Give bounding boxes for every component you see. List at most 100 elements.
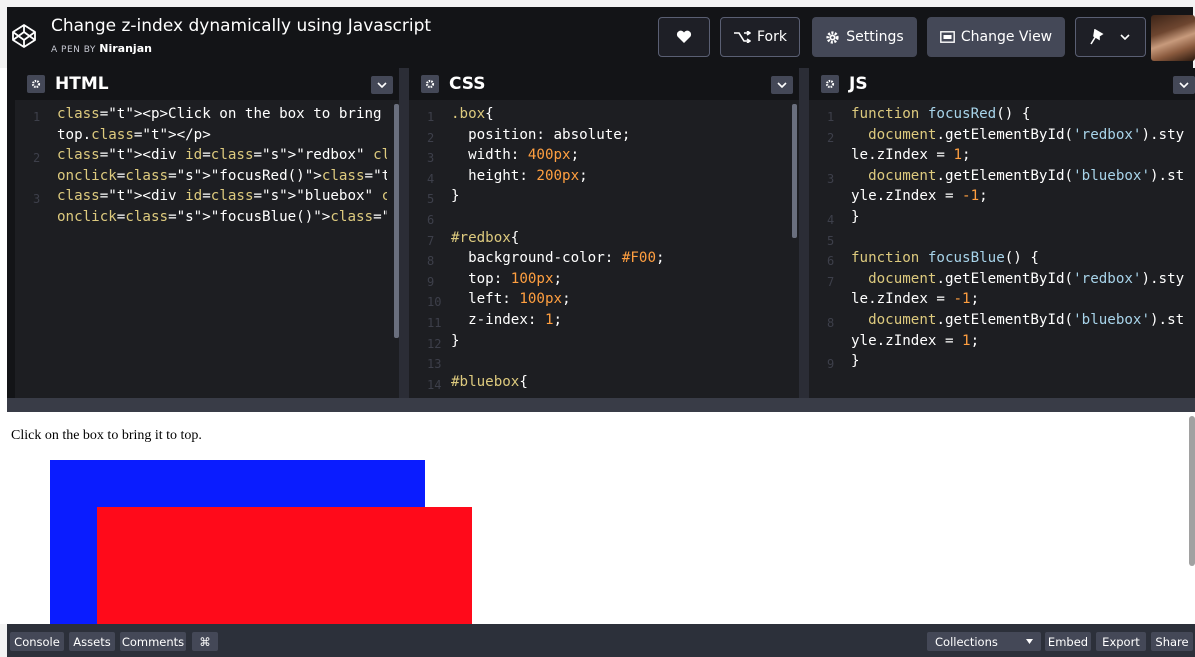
code-line: top: 100px; [451,270,563,287]
html-collapse-button[interactable] [371,76,393,94]
redbox[interactable] [97,507,472,624]
collections-label: Collections [935,634,998,649]
code-line: } [451,332,460,349]
css-pane-header: CSS [409,68,799,100]
line-number: 5 [427,192,435,207]
embed-button[interactable]: Embed [1045,632,1091,651]
code-line: document.getElementById('bluebox').st [868,167,1185,184]
line-number: 1 [827,110,835,124]
line-number: 6 [827,254,835,269]
code-line: document.getElementById('redbox').sty [868,126,1185,143]
like-button[interactable] [658,17,710,57]
comments-button[interactable]: Comments [120,632,186,651]
html-code-editor[interactable]: 1 class="t"><p>Click on the box to bring … [15,104,399,398]
line-number: 8 [827,316,835,330]
line-number: 7 [827,274,835,289]
codepen-logo-icon[interactable] [11,23,37,49]
code-line: document.getElementById('bluebox').st [868,312,1185,328]
heart-icon [676,30,692,43]
preview-text: Click on the box to bring it to top. [11,428,202,443]
code-line: function focusRed() { [851,106,1031,122]
pin-button[interactable] [1075,17,1146,57]
css-collapse-button[interactable] [771,76,793,94]
js-pane-header: JS [809,68,1195,100]
settings-label: Settings [846,29,904,45]
preview-scrollbar[interactable] [1189,416,1195,566]
css-pane: CSS 1 .box{2 position: absolute; 3 width: … [409,68,799,398]
assets-button[interactable]: Assets [69,632,115,651]
js-settings-icon[interactable] [821,75,839,93]
line-number: 3 [33,192,41,207]
html-settings-icon[interactable] [27,75,45,93]
code-line: z-index: 1; [451,312,563,328]
code-line: .box{ [451,106,494,122]
chevron-down-icon [777,82,787,88]
line-number: 5 [827,233,835,248]
line-number: 2 [33,151,41,166]
code-line: top.class="t"></p> [57,126,211,143]
fork-icon [734,31,751,43]
pane-resizer[interactable] [799,68,809,398]
line-number: 10 [427,295,442,310]
line-number: 7 [427,233,435,248]
line-number: 8 [427,254,435,269]
share-button[interactable]: Share [1151,632,1193,651]
code-line: width: 400px; [451,147,580,164]
line-number: 4 [827,213,835,227]
code-line: position: absolute; [451,126,631,143]
code-line: } [851,209,860,225]
line-number: 1 [33,110,41,124]
fork-label: Fork [757,29,787,45]
code-line: function focusBlue() { [851,250,1039,267]
console-button[interactable]: Console [10,632,64,651]
pen-title[interactable]: Change z-index dynamically using Javascr… [51,16,431,36]
js-code-editor[interactable]: 1 function focusRed() { 2 document.getElem… [809,104,1195,398]
chevron-down-icon[interactable] [1120,34,1130,40]
pin-icon [1090,29,1104,45]
code-line: class="t"><p>Click on the box to bring i… [57,106,382,122]
code-line: } [451,188,460,205]
preview-resizer[interactable] [7,398,1195,412]
line-number: 12 [427,336,442,351]
keyboard-shortcuts-button[interactable]: ⌘ [192,632,218,651]
fork-button[interactable]: Fork [720,17,800,57]
chevron-down-icon [377,82,387,88]
code-line: onclick=class="s">"focusRed()">class="t"… [57,167,387,184]
user-avatar[interactable] [1151,15,1195,61]
pane-resizer[interactable] [399,68,409,398]
author-link[interactable]: Niranjan [99,42,152,55]
css-settings-icon[interactable] [421,75,439,93]
css-code-editor[interactable]: 1 .box{2 position: absolute; 3 width: 400p… [409,104,799,398]
code-line: class="t"><div id=class="s">"redbox" cla… [57,147,387,164]
app-header: Change z-index dynamically using Javascr… [0,0,1195,68]
code-line: } [851,353,860,370]
pen-byline: A PEN BY Niranjan [51,42,152,55]
gear-icon [826,30,839,44]
code-line: class="t"><div id=class="s">"bluebox" cl… [57,188,387,205]
change-view-button[interactable]: Change View [927,17,1065,57]
html-pane: HTML 1 class="t"><p>Click on the box to b… [15,68,399,398]
code-line: onclick=class="s">"focusBlue()">class="t… [57,209,387,225]
line-number: 13 [427,357,442,372]
code-line: #bluebox{ [451,373,528,390]
line-number: 3 [427,151,435,166]
css-scrollbar[interactable] [792,104,797,238]
footer-bar: Console Assets Comments ⌘ Collections Em… [0,624,1195,657]
css-pane-title: CSS [449,74,486,94]
html-pane-title: HTML [55,74,109,94]
result-preview: Click on the box to bring it to top. [7,412,1193,624]
code-line: le.zIndex = -1; [851,291,980,308]
settings-button[interactable]: Settings [812,17,917,57]
line-number: 9 [827,357,835,372]
collections-button[interactable]: Collections [927,632,1041,651]
chevron-down-icon [1179,82,1189,88]
layout-icon [939,31,955,43]
line-number: 2 [827,130,835,145]
code-line: yle.zIndex = 1; [851,332,980,349]
line-number: 14 [427,377,442,392]
change-view-label: Change View [960,29,1053,45]
export-button[interactable]: Export [1096,632,1146,651]
js-collapse-button[interactable] [1173,76,1195,94]
line-number: 9 [427,274,435,289]
editor-panes: HTML 1 class="t"><p>Click on the box to b… [7,68,1195,398]
